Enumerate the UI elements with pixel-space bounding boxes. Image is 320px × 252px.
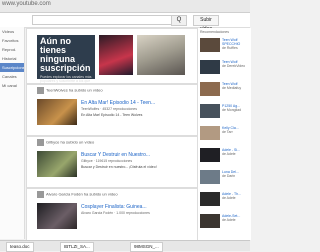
search-input[interactable] — [32, 15, 172, 25]
rec-channel: de Tarr — [222, 130, 233, 134]
avatar[interactable] — [37, 87, 44, 94]
video-meta: Gilbyce · 119615 reproducciones — [81, 159, 133, 163]
rec-channel: de Adele — [222, 196, 236, 200]
video-meta: TeenWolfes · 45327 reproducciones — [81, 107, 137, 111]
video-description: En Alta Mar! Episodio 14 - Teen Wolves — [81, 113, 143, 117]
sidebar-item[interactable]: Historial — [0, 54, 24, 63]
rec-item[interactable]: Teen Wolf SPECCHIO de Ruffles — [198, 36, 251, 58]
rec-item[interactable]: Adele - Th... de Adele — [198, 190, 251, 212]
rec-item[interactable]: Adele-Set... de Adele — [198, 212, 251, 234]
rec-channel: de Adele — [222, 218, 236, 222]
rec-item[interactable]: Adele - Si... de Adele — [198, 146, 251, 168]
rec-item[interactable]: P1250 Ag... de Mongliad — [198, 102, 251, 124]
promo-image[interactable] — [137, 35, 185, 75]
rec-channel: de Mediafuy — [222, 86, 242, 90]
sidebar-item[interactable]: Mi canal — [0, 81, 24, 90]
feed-header: Gilbyce ha subido un vídeo — [37, 139, 94, 146]
upload-button[interactable]: Subir vídeo — [193, 15, 219, 32]
sidebar-item[interactable]: Favoritos — [0, 36, 24, 45]
promo-title: Aún no tienes ninguna suscripción — [40, 36, 91, 73]
download-item[interactable]: teaso.doc — [6, 242, 34, 252]
site-header: Q Subir vídeo — [0, 13, 250, 32]
download-bar: teaso.doc IBTLZI_SA... 98MSGN_... — [0, 240, 250, 252]
panel-title: Recomendaciones — [200, 30, 229, 34]
promo-image[interactable] — [99, 35, 133, 75]
sidebar-item[interactable]: Videos — [0, 27, 24, 36]
rec-item[interactable]: Luna Del... de Darin — [198, 168, 251, 190]
rec-title[interactable]: Teen Wolf SPECCHIO — [222, 38, 240, 46]
main-content: Aún no tienes ninguna suscripción Puedes… — [26, 28, 198, 242]
recommendations-panel: Recomendaciones Teen Wolf SPECCHIO de Ruf… — [197, 28, 251, 240]
rec-thumbnail[interactable] — [200, 104, 220, 118]
rec-channel: de Mongliad — [222, 108, 242, 112]
rec-item[interactable]: Kelly Cla... de Tarr — [198, 124, 251, 146]
rec-thumbnail[interactable] — [200, 126, 220, 140]
rec-channel: de Darin — [222, 174, 236, 178]
video-title[interactable]: Buscar Y Destruir en Nuestro... — [81, 152, 150, 158]
browser-bar: www.youtube.com — [0, 0, 250, 13]
rec-channel: de Ruffles — [222, 46, 238, 50]
rec-channel: de DerekVideo — [222, 64, 246, 68]
rec-thumbnail[interactable] — [200, 192, 220, 206]
rec-item[interactable]: Teen Wolf de DerekVideo — [198, 58, 251, 80]
feed-header: Alvaro Garcia Fodén ha subido un vídeo — [37, 191, 118, 198]
address-bar[interactable]: www.youtube.com — [2, 1, 51, 7]
video-thumbnail[interactable] — [37, 99, 77, 125]
video-thumbnail[interactable] — [37, 151, 77, 177]
rec-thumbnail[interactable] — [200, 148, 220, 162]
video-meta: Alvaro Garcia Fodén · 1.000 reproduccion… — [81, 211, 150, 215]
sidebar-item[interactable]: Reprod. — [0, 45, 24, 54]
feed-item: Alvaro Garcia Fodén ha subido un vídeo C… — [26, 188, 198, 242]
download-item[interactable]: IBTLZI_SA... — [60, 242, 94, 252]
feed-item: Gilbyce ha subido un vídeo Buscar Y Dest… — [26, 136, 198, 188]
rec-thumbnail[interactable] — [200, 60, 220, 74]
video-thumbnail[interactable] — [37, 203, 77, 229]
sidebar-item[interactable]: Canales — [0, 72, 24, 81]
search-button[interactable]: Q — [171, 15, 187, 26]
sidebar-item-subscriptions[interactable]: Suscripciones — [0, 63, 24, 72]
promo-banner: Aún no tienes ninguna suscripción Puedes… — [26, 28, 198, 87]
rec-thumbnail[interactable] — [200, 82, 220, 96]
rec-thumbnail[interactable] — [200, 214, 220, 228]
feed-header: TeenWolves ha subido un vídeo — [37, 87, 103, 94]
rec-channel: de Adele — [222, 152, 236, 156]
rec-item[interactable]: Teen Wolf de Mediafuy — [198, 80, 251, 102]
rec-thumbnail[interactable] — [200, 38, 220, 52]
avatar[interactable] — [37, 139, 44, 146]
avatar[interactable] — [37, 191, 44, 198]
video-title[interactable]: Cosplayer Finalista: Guinea... — [81, 204, 147, 210]
video-title[interactable]: En Alta Mar! Episodio 14 - Teen... — [81, 100, 155, 106]
promo-text-box[interactable]: Aún no tienes ninguna suscripción Puedes… — [37, 35, 95, 87]
feed-item: TeenWolves ha subido un vídeo En Alta Ma… — [26, 84, 198, 136]
rec-thumbnail[interactable] — [200, 170, 220, 184]
video-description: Buscar y Destruir en nuestro... ¡Disfrut… — [81, 165, 157, 169]
sidebar: Videos Favoritos Reprod. Historial Suscr… — [0, 27, 25, 239]
download-item[interactable]: 98MSGN_... — [130, 242, 163, 252]
